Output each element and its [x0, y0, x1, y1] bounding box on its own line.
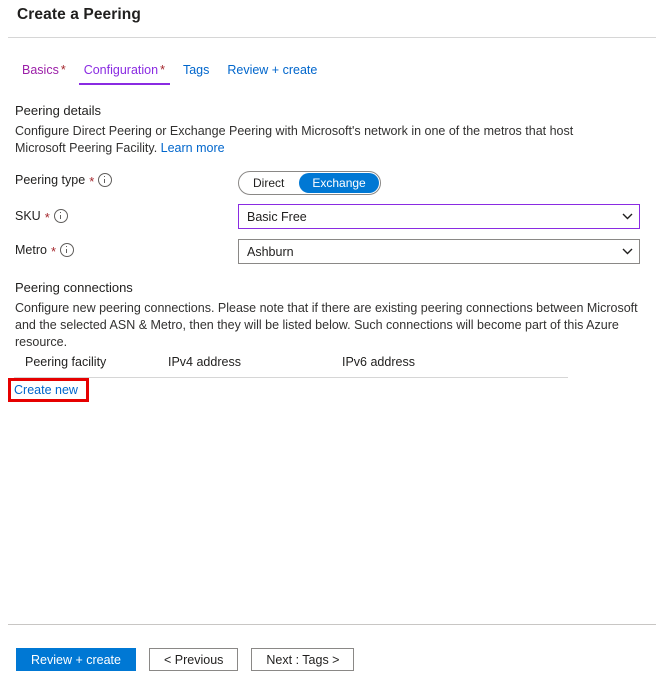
peering-connections-description: Configure new peering connections. Pleas… [15, 301, 638, 349]
next-tags-button[interactable]: Next : Tags > [251, 648, 355, 671]
wizard-footer: Review + create < Previous Next : Tags > [16, 648, 355, 671]
sku-dropdown-value: Basic Free [247, 209, 307, 224]
sku-label: SKU * [15, 209, 68, 225]
chevron-down-icon [615, 248, 639, 255]
learn-more-link[interactable]: Learn more [161, 141, 225, 155]
tab-configuration-label: Configuration [83, 63, 159, 77]
metro-required: * [50, 243, 57, 259]
peering-type-label: Peering type * [15, 173, 113, 189]
info-circle-icon[interactable] [53, 209, 68, 223]
sku-required: * [44, 209, 50, 225]
column-header-ipv6-address: IPv6 address [342, 355, 415, 369]
peering-type-label-text: Peering type [15, 173, 86, 187]
metro-dropdown[interactable]: Ashburn [238, 239, 640, 264]
column-header-peering-facility: Peering facility [25, 355, 107, 369]
wizard-tabs: Basics * Configuration * Tags Review + cre… [18, 63, 326, 85]
footer-divider [8, 624, 656, 625]
peering-details-description-text: Configure Direct Peering or Exchange Pee… [15, 124, 574, 155]
tab-configuration-required: * [160, 63, 165, 77]
peering-type-option-exchange[interactable]: Exchange [299, 173, 379, 193]
tab-tags-label: Tags [182, 63, 210, 77]
tab-basics-required: * [60, 63, 66, 77]
peering-details-heading: Peering details [15, 103, 101, 118]
create-new-link[interactable]: Create new [14, 383, 78, 397]
column-header-ipv4-address: IPv4 address [168, 355, 241, 369]
sku-dropdown[interactable]: Basic Free [238, 204, 640, 229]
tab-basics[interactable]: Basics * [18, 63, 75, 85]
metro-label: Metro * [15, 243, 75, 259]
info-circle-icon[interactable] [60, 243, 75, 257]
tab-tags[interactable]: Tags [174, 63, 218, 85]
info-circle-icon[interactable] [98, 173, 113, 187]
previous-button[interactable]: < Previous [148, 648, 239, 671]
peering-type-required: * [89, 173, 95, 189]
sku-label-text: SKU [15, 209, 41, 223]
peering-connections-table-header: Peering facility IPv4 address IPv6 addre… [14, 353, 568, 378]
peering-connections-heading: Peering connections [15, 280, 133, 295]
metro-dropdown-value: Ashburn [247, 244, 294, 259]
tab-configuration[interactable]: Configuration * [75, 63, 174, 85]
peering-type-toggle[interactable]: Direct Exchange [238, 171, 381, 195]
tab-review-create[interactable]: Review + create [218, 63, 326, 85]
title-divider [8, 37, 656, 38]
tab-basics-label: Basics [22, 63, 59, 77]
review-create-button[interactable]: Review + create [16, 648, 136, 671]
metro-label-text: Metro [15, 243, 47, 257]
peering-type-option-direct[interactable]: Direct [240, 173, 297, 193]
peering-details-description: Configure Direct Peering or Exchange Pee… [15, 123, 615, 157]
chevron-down-icon [615, 213, 639, 220]
tab-review-create-label: Review + create [227, 63, 318, 77]
page-title: Create a Peering [17, 6, 141, 23]
